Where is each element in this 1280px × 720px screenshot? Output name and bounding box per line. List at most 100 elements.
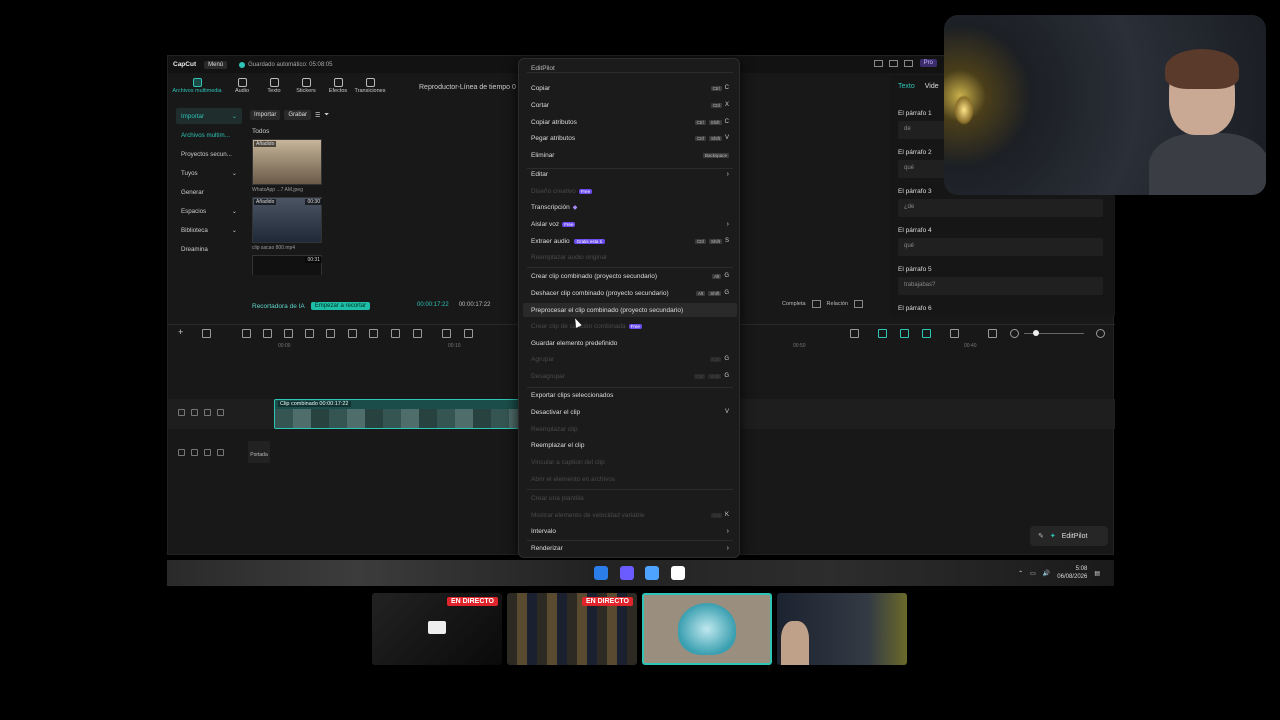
- volume-icon[interactable]: 🔊: [1043, 570, 1050, 577]
- media-thumb[interactable]: Añadido WhatsApp ...7 AM.jpeg: [252, 139, 324, 193]
- full-button[interactable]: Completa: [782, 301, 806, 307]
- crop-icon[interactable]: [391, 329, 400, 338]
- menu-item[interactable]: Reemplazar el clip: [523, 438, 737, 452]
- menu-item[interactable]: Intervalo ›: [523, 524, 737, 538]
- lock-icon[interactable]: [191, 409, 198, 416]
- align-icon[interactable]: [464, 329, 473, 338]
- delete-icon[interactable]: [348, 329, 357, 338]
- sidebar-item-media[interactable]: Archivos multim...: [176, 127, 242, 143]
- monitor-icon[interactable]: [889, 60, 898, 67]
- record-button[interactable]: Grabar: [284, 110, 312, 120]
- split-icon[interactable]: [284, 329, 293, 338]
- menu-item[interactable]: Exportar clips seleccionados: [523, 388, 737, 402]
- trim-left-icon[interactable]: [305, 329, 314, 338]
- app-icon[interactable]: [645, 566, 659, 580]
- layout-icon[interactable]: [874, 60, 883, 67]
- notification-icon[interactable]: ▤: [1094, 570, 1100, 577]
- trim-right-icon[interactable]: [326, 329, 335, 338]
- ai-cutter-label[interactable]: Recortadora de IA: [252, 303, 305, 310]
- tab-effects[interactable]: Efectos: [322, 76, 354, 100]
- lock-icon[interactable]: [191, 449, 198, 456]
- menu-item[interactable]: Renderizar ›: [523, 541, 737, 555]
- sidebar-item-projects[interactable]: Proyectos secun...: [176, 146, 242, 162]
- track-lock-icon[interactable]: [178, 449, 185, 456]
- scene-thumb[interactable]: [777, 593, 907, 665]
- sidebar-item-import[interactable]: Importar ⌄: [176, 108, 242, 124]
- caption-icon[interactable]: [988, 329, 997, 338]
- media-thumb[interactable]: 00:31: [252, 255, 324, 275]
- menu-item[interactable]: Crear clip combinado (proyecto secundari…: [523, 269, 737, 283]
- track-lock-icon[interactable]: [178, 409, 185, 416]
- ratio-button[interactable]: Relación: [827, 301, 848, 307]
- eye-icon[interactable]: [204, 409, 211, 416]
- redo-icon[interactable]: [263, 329, 272, 338]
- audio-icon[interactable]: [217, 449, 224, 456]
- eye-icon[interactable]: [204, 449, 211, 456]
- menu-item[interactable]: Desactivar el clip V: [523, 405, 737, 419]
- windows-start-icon[interactable]: [594, 566, 608, 580]
- sort-icon[interactable]: ☰: [315, 112, 320, 119]
- sidebar-item-spaces[interactable]: Espacios ⌄: [176, 203, 242, 219]
- screen-icon[interactable]: [904, 60, 913, 67]
- editpilot-button[interactable]: ✎ ✦ EditPilot: [1030, 526, 1108, 546]
- scene-thumb[interactable]: EN DIRECTO: [507, 593, 637, 665]
- menu-item[interactable]: Transcripción ◆: [523, 200, 737, 214]
- sidebar-item-yours[interactable]: Tuyos ⌄: [176, 165, 242, 181]
- menu-item[interactable]: Preprocesar el clip combinado (proyecto …: [523, 303, 737, 317]
- import-button[interactable]: Importar: [250, 110, 281, 120]
- audio-icon[interactable]: [217, 409, 224, 416]
- discord-icon[interactable]: [620, 566, 634, 580]
- zoom-in-icon[interactable]: [1096, 329, 1105, 338]
- chevron-up-icon[interactable]: ⌃: [1018, 570, 1023, 577]
- select-icon[interactable]: [202, 329, 211, 338]
- menu-item[interactable]: Eliminar Backspace: [523, 148, 737, 162]
- tab-media[interactable]: Archivos multimedia: [168, 76, 226, 100]
- undo-icon[interactable]: [242, 329, 251, 338]
- scene-thumb[interactable]: EN DIRECTO: [372, 593, 502, 665]
- media-thumb[interactable]: Añadido 00:30 clip sacao 800.mp4: [252, 197, 324, 251]
- mask-icon[interactable]: [369, 329, 378, 338]
- menu-item[interactable]: Cortar Ctrl X: [523, 98, 737, 112]
- magnet-icon[interactable]: [900, 329, 909, 338]
- capcut-icon[interactable]: [671, 566, 685, 580]
- add-icon[interactable]: +: [178, 327, 187, 337]
- fit-icon[interactable]: [811, 300, 821, 308]
- fullscreen-icon[interactable]: [853, 300, 863, 308]
- sidebar-item-library[interactable]: Biblioteca ⌄: [176, 222, 242, 238]
- preview-icon[interactable]: [950, 329, 959, 338]
- tab-text-panel[interactable]: Texto: [898, 83, 915, 90]
- tab-text[interactable]: Texto: [258, 76, 290, 100]
- tab-video-panel[interactable]: Vide: [925, 83, 939, 90]
- snap-icon[interactable]: [922, 329, 931, 338]
- menu-item[interactable]: Deshacer clip combinado (proyecto secund…: [523, 286, 737, 300]
- paragraph-text[interactable]: qué: [898, 238, 1103, 256]
- network-icon[interactable]: ▭: [1030, 570, 1036, 577]
- menu-item[interactable]: Aislar voz Free ›: [523, 217, 737, 231]
- tab-audio[interactable]: Audio: [226, 76, 258, 100]
- mic-icon[interactable]: [850, 329, 859, 338]
- menu-item[interactable]: Extraer audio Gratis esta ti Ctrl Shift S: [523, 234, 737, 248]
- menu-item[interactable]: Editar ›: [523, 167, 737, 181]
- zoom-slider-handle[interactable]: [1033, 330, 1039, 336]
- filter-icon[interactable]: ⏷: [324, 112, 329, 119]
- tab-transitions[interactable]: Transiciones: [354, 76, 386, 100]
- zoom-out-icon[interactable]: [1010, 329, 1019, 338]
- paragraph-text[interactable]: trabajabas?: [898, 277, 1103, 295]
- menu-item[interactable]: Guardar elemento predefinido: [523, 336, 737, 350]
- tab-stickers[interactable]: Stickers: [290, 76, 322, 100]
- media-clip-icon[interactable]: [442, 329, 451, 338]
- paragraph-text[interactable]: ¿de: [898, 199, 1103, 217]
- edit-icon[interactable]: [413, 329, 422, 338]
- clock[interactable]: 5:08 06/08/2026: [1057, 565, 1087, 581]
- menu-item[interactable]: Copiar Ctrl C: [523, 81, 737, 95]
- menu-item[interactable]: Pegar atributos Ctrl Shift V: [523, 131, 737, 145]
- menu-item[interactable]: Copiar atributos Ctrl Shift C: [523, 115, 737, 129]
- pro-badge[interactable]: Pro: [919, 59, 937, 67]
- menu-button[interactable]: Menú: [204, 60, 228, 69]
- cover-button[interactable]: Portada: [248, 441, 270, 463]
- link-icon[interactable]: [878, 329, 887, 338]
- scene-thumb-active[interactable]: [642, 593, 772, 665]
- sidebar-item-generate[interactable]: Generar: [176, 184, 242, 200]
- ai-start-button[interactable]: Empezar a recortar: [310, 302, 371, 310]
- sidebar-item-dreamina[interactable]: Dreamina: [176, 241, 242, 257]
